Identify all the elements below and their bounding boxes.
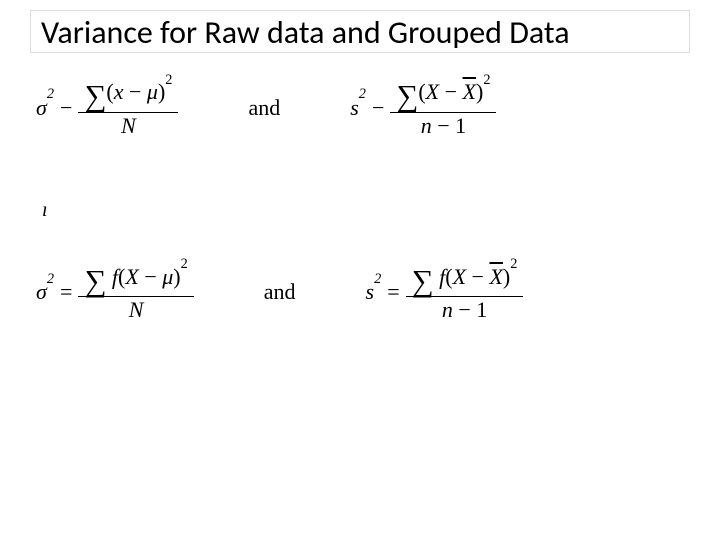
numerator: ∑ f(X − μ)2 xyxy=(78,262,193,297)
title-container: Variance for Raw data and Grouped Data xyxy=(30,10,690,53)
equals-like-dash: − xyxy=(372,95,384,121)
sigma-char: σ xyxy=(36,279,47,305)
equals-like-dash: − xyxy=(60,95,72,121)
sum-sign: ∑ xyxy=(412,266,434,297)
sigma-squared-label: σ2 xyxy=(36,279,54,305)
sigma-squared-label: σ2 xyxy=(36,95,54,121)
grouped-data-row: σ2 = ∑ f(X − μ)2 N and s2 = xyxy=(36,262,684,324)
sample-variance-grouped: s2 = ∑ f(X − X)2 n − 1 xyxy=(366,262,524,324)
fraction: ∑ f(X − μ)2 N xyxy=(78,262,193,324)
sq-sup: 2 xyxy=(165,73,172,87)
s-squared-label: s2 xyxy=(350,95,366,121)
sq-sup: 2 xyxy=(47,271,54,288)
sq-sup: 2 xyxy=(181,257,188,271)
rparen: ) xyxy=(503,266,510,288)
fraction: ∑(x − μ)2 N xyxy=(78,77,178,139)
s-char: s xyxy=(366,279,375,305)
lparen: ( xyxy=(445,266,452,288)
X-var: X xyxy=(426,81,439,103)
X-var: X xyxy=(453,266,466,288)
population-variance-grouped: σ2 = ∑ f(X − μ)2 N xyxy=(36,262,194,324)
formula-area: σ2 − ∑(x − μ)2 N and s2 − xyxy=(30,77,690,324)
population-variance-raw: σ2 − ∑(x − μ)2 N xyxy=(36,77,178,139)
sum-sign: ∑ xyxy=(84,81,106,112)
denominator-N: N xyxy=(123,297,150,323)
minus: − xyxy=(144,266,156,288)
sq-sup: 2 xyxy=(483,73,490,87)
minus: − xyxy=(129,81,141,103)
minus: − xyxy=(472,266,484,288)
fraction: ∑ f(X − X)2 n − 1 xyxy=(406,262,524,324)
minus-one: − 1 xyxy=(458,297,487,322)
sq-sup: 2 xyxy=(374,271,381,288)
equals: = xyxy=(387,279,399,305)
paren-group: (X − X)2 xyxy=(418,81,490,103)
paren-group: (X − μ)2 xyxy=(118,266,188,288)
denominator-nminus1: n − 1 xyxy=(415,113,472,139)
sq-sup: 2 xyxy=(47,86,54,103)
minus: − xyxy=(445,81,457,103)
sq-sup: 2 xyxy=(510,257,517,271)
mu-var: μ xyxy=(162,266,173,288)
stray-char: ı xyxy=(42,199,684,222)
Xbar-var: X xyxy=(463,81,476,103)
numerator: ∑ f(X − X)2 xyxy=(406,262,524,297)
s-squared-label: s2 xyxy=(366,279,382,305)
sum-sign: ∑ xyxy=(396,81,418,112)
fraction: ∑(X − X)2 n − 1 xyxy=(390,77,496,139)
minus-one: − 1 xyxy=(437,113,466,138)
sq-sup: 2 xyxy=(359,86,366,103)
and-text: and xyxy=(254,279,306,305)
lparen: ( xyxy=(106,81,113,103)
sum-sign: ∑ xyxy=(84,266,106,297)
n-var: n xyxy=(421,113,432,138)
x-var: x xyxy=(114,81,124,103)
s-char: s xyxy=(350,95,359,121)
Xbar-var: X xyxy=(489,266,502,288)
lparen: ( xyxy=(418,81,425,103)
denominator-nminus1: n − 1 xyxy=(436,297,493,323)
rparen: ) xyxy=(173,266,180,288)
paren-group: (X − X)2 xyxy=(445,266,517,288)
equals: = xyxy=(60,279,72,305)
X-var: X xyxy=(125,266,138,288)
sample-variance-raw: s2 − ∑(X − X)2 n − 1 xyxy=(350,77,496,139)
rparen: ) xyxy=(476,81,483,103)
rparen: ) xyxy=(158,81,165,103)
slide: Variance for Raw data and Grouped Data σ… xyxy=(0,0,720,540)
slide-title: Variance for Raw data and Grouped Data xyxy=(41,15,679,52)
mu-var: μ xyxy=(147,81,158,103)
numerator: ∑(x − μ)2 xyxy=(78,77,178,112)
denominator-N: N xyxy=(115,113,142,139)
and-text: and xyxy=(238,95,290,121)
n-var: n xyxy=(442,297,453,322)
raw-data-row: σ2 − ∑(x − μ)2 N and s2 − xyxy=(36,77,684,139)
sigma-char: σ xyxy=(36,95,47,121)
numerator: ∑(X − X)2 xyxy=(390,77,496,112)
paren-group: (x − μ)2 xyxy=(106,81,172,103)
